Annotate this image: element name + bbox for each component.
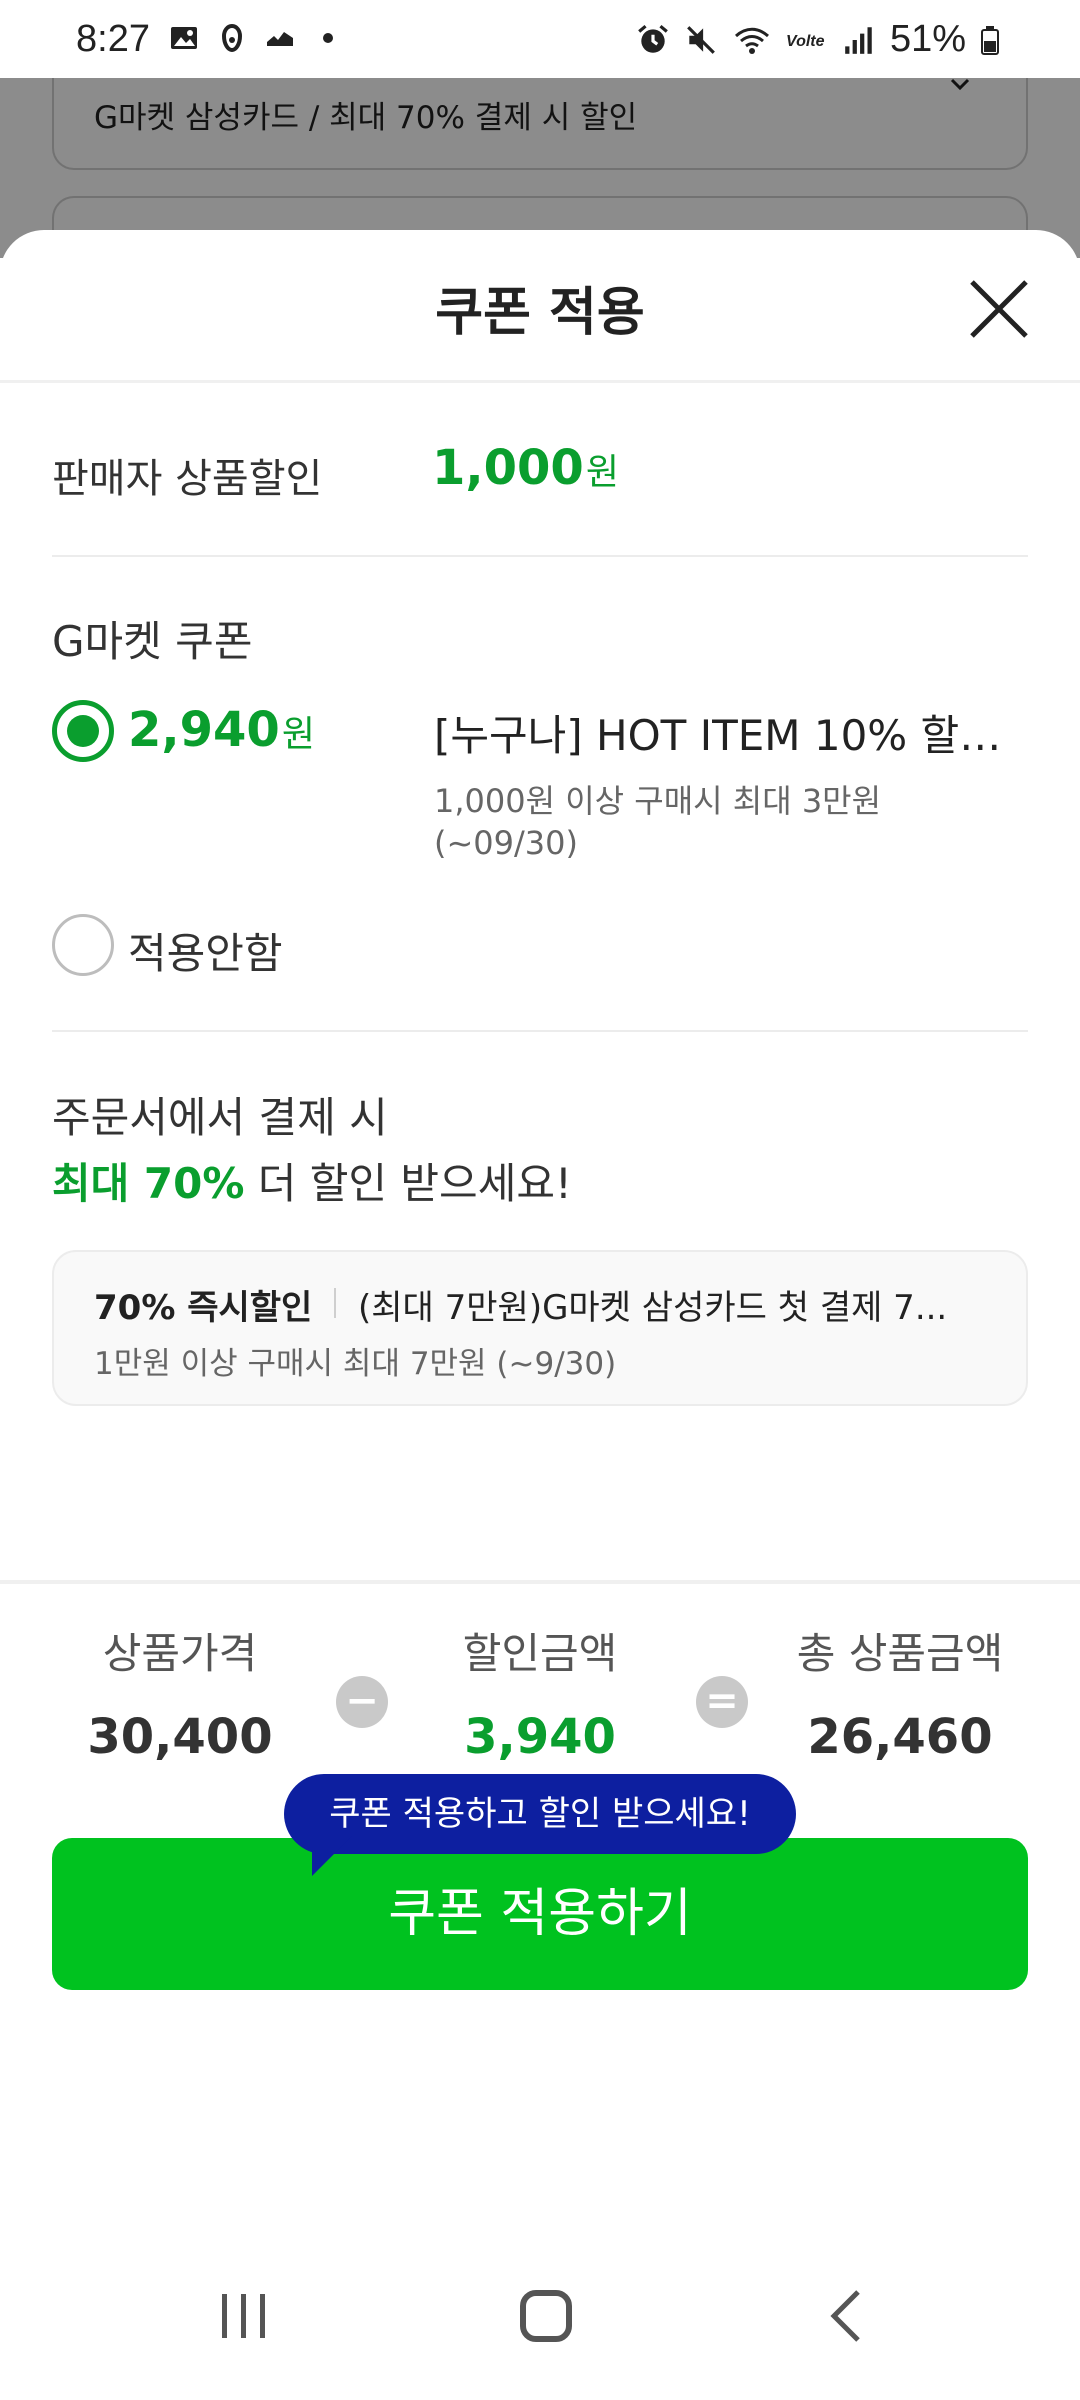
alarm-icon (638, 24, 668, 53)
header-divider (0, 380, 1080, 383)
mute-icon (687, 25, 715, 54)
seller-discount-label: 판매자 상품할인 (52, 456, 323, 502)
svg-text:Volte: Volte (786, 33, 825, 50)
equals-icon: = (696, 1676, 748, 1728)
system-nav-bar (0, 2230, 1080, 2400)
status-bar: 8:27 Volte 51% (0, 0, 1080, 78)
coupon-sheet: 쿠폰 적용 판매자 상품할인 1,000원 G마켓 쿠폰 2,940원 [누구나… (0, 230, 1080, 2400)
app-icon (267, 32, 293, 49)
discount-value: 3,940 (464, 1709, 616, 1765)
promo-rest: 더 할인 받으세요! (244, 1159, 572, 1208)
apply-tooltip: 쿠폰 적용하고 할인 받으세요! (284, 1774, 796, 1854)
coupon-name: [누구나] HOT ITEM 10% 할인... (434, 711, 1028, 760)
back-icon[interactable] (826, 2288, 866, 2344)
seller-discount-unit: 원 (585, 452, 619, 493)
apply-coupon-button[interactable]: 쿠폰 적용하기 (52, 1838, 1028, 1990)
price-value: 30,400 (87, 1709, 273, 1765)
total-value: 26,460 (807, 1709, 993, 1765)
card-promo-tag: 70% 즉시할인 (94, 1288, 313, 1328)
dot-icon (323, 33, 333, 43)
coupon-period: (~09/30) (434, 824, 578, 862)
seller-discount-amount: 1,000원 (432, 440, 619, 496)
total-label: 총 상품금액 (796, 1629, 1004, 1678)
volte-icon: Volte (786, 33, 825, 50)
promo-line-2: 최대 70% 더 할인 받으세요! (52, 1150, 572, 1211)
coupon-condition: 1,000원 이상 구매시 최대 3만원 (434, 782, 882, 820)
no-coupon-label: 적용안함 (128, 929, 283, 978)
coupon-option-none[interactable]: 적용안함 (52, 914, 552, 984)
seller-discount-value: 1,000 (432, 440, 584, 496)
summary-total: 총 상품금액 26,460 (750, 1620, 1050, 1765)
summary-divider (0, 1580, 1080, 1584)
sheet-title: 쿠폰 적용 (435, 283, 645, 343)
promo-line-1: 주문서에서 결제 시 (52, 1093, 388, 1142)
seller-discount-row: 판매자 상품할인 1,000원 (52, 430, 1028, 510)
card-promo-box[interactable]: 70% 즉시할인 (최대 7만원)G마켓 삼성카드 첫 결제 7... 1만원 … (52, 1250, 1028, 1406)
close-icon[interactable] (962, 272, 1036, 346)
minus-icon: − (336, 1676, 388, 1728)
home-icon[interactable] (520, 2290, 572, 2342)
summary-price: 상품가격 30,400 (30, 1620, 330, 1765)
divider (52, 555, 1028, 557)
status-right-icons: Volte 51% (636, 18, 1000, 61)
signal-icon (845, 26, 872, 54)
card-promo-title: (최대 7만원)G마켓 삼성카드 첫 결제 7... (358, 1288, 948, 1328)
card-promo-condition: 1만원 이상 구매시 최대 7만원 (~9/30) (94, 1346, 617, 1382)
divider (52, 1030, 1028, 1032)
status-left-icons (168, 22, 344, 54)
discount-label: 할인금액 (462, 1629, 618, 1678)
promo-highlight: 최대 70% (52, 1159, 245, 1208)
summary-discount: 할인금액 3,940 (390, 1620, 690, 1765)
notification-icon (221, 23, 243, 53)
battery-percent: 51% (889, 18, 966, 60)
gallery-icon (171, 27, 197, 49)
radio-unselected[interactable] (52, 914, 114, 976)
coupon-amount-value: 2,940 (128, 702, 280, 758)
separator (334, 1288, 336, 1318)
coupon-amount-unit: 원 (281, 714, 315, 755)
battery-icon (981, 25, 999, 55)
coupon-amount: 2,940원 (128, 702, 315, 758)
coupon-option-selected[interactable]: 2,940원 [누구나] HOT ITEM 10% 할인... 1,000원 이… (52, 700, 1028, 880)
wifi-icon (734, 27, 769, 54)
radio-selected[interactable] (52, 700, 114, 762)
status-time: 8:27 (76, 18, 150, 60)
tooltip-tail (312, 1836, 352, 1876)
price-label: 상품가격 (102, 1629, 258, 1678)
recents-icon[interactable] (218, 2292, 270, 2340)
gmarket-coupon-title: G마켓 쿠폰 (52, 617, 253, 666)
